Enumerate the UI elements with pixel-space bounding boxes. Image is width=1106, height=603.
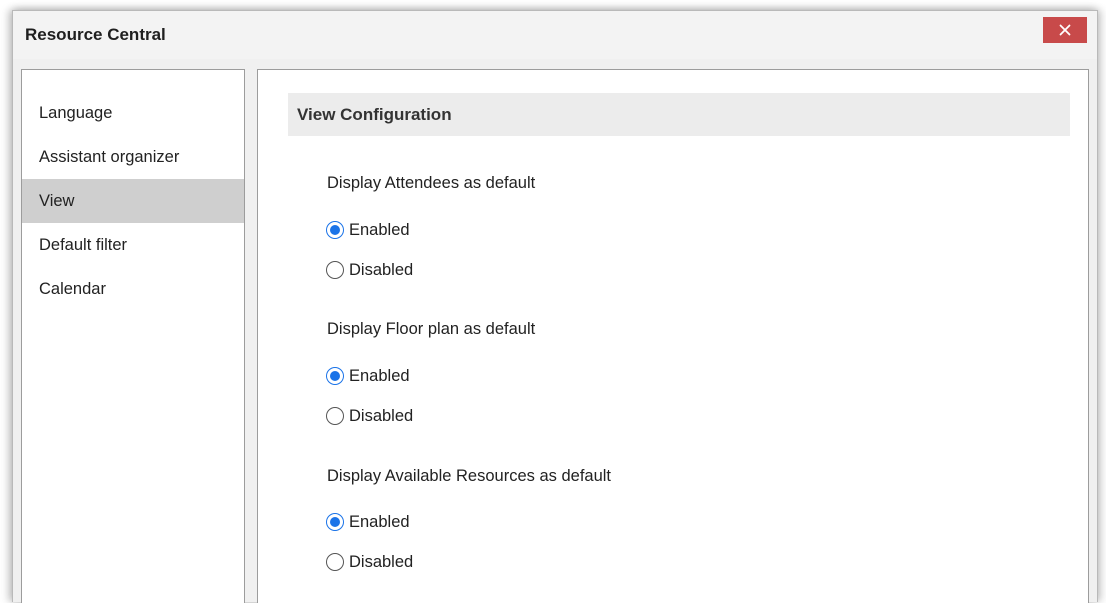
- sidebar-list: Language Assistant organizer View Defaul…: [22, 91, 244, 311]
- group-label: Display Floor plan as default: [327, 320, 536, 338]
- attendees-enabled-option[interactable]: Enabled: [326, 218, 410, 242]
- close-icon: [1059, 24, 1071, 36]
- radio-button-icon[interactable]: [326, 513, 344, 531]
- section-header: View Configuration: [288, 93, 1070, 136]
- sidebar-item-calendar[interactable]: Calendar: [22, 267, 244, 311]
- group-label: Display Attendees as default: [327, 174, 536, 192]
- available-resources-disabled-option[interactable]: Disabled: [326, 550, 413, 574]
- resource-central-dialog: Resource Central Language Assistant orga…: [12, 10, 1098, 603]
- window-title: Resource Central: [25, 25, 166, 44]
- title-bar: Resource Central: [13, 11, 1097, 59]
- sidebar-item-language[interactable]: Language: [22, 91, 244, 135]
- sidebar-item-default-filter[interactable]: Default filter: [22, 223, 244, 267]
- close-button[interactable]: [1043, 17, 1087, 43]
- view-configuration-panel: View Configuration Display Attendees as …: [257, 69, 1089, 603]
- option-label: Disabled: [349, 260, 414, 279]
- section-title: View Configuration: [297, 105, 452, 124]
- option-label: Enabled: [349, 366, 410, 385]
- attendees-disabled-option[interactable]: Disabled: [326, 258, 413, 282]
- radio-button-icon[interactable]: [326, 367, 344, 385]
- option-label: Enabled: [349, 220, 410, 239]
- floor-plan-disabled-option[interactable]: Disabled: [326, 404, 413, 428]
- floor-plan-enabled-option[interactable]: Enabled: [326, 364, 410, 388]
- radio-button-icon[interactable]: [326, 261, 344, 279]
- option-label: Disabled: [349, 406, 414, 425]
- available-resources-enabled-option[interactable]: Enabled: [326, 510, 410, 534]
- sidebar-item-view[interactable]: View: [22, 179, 244, 223]
- settings-sidebar: Language Assistant organizer View Defaul…: [21, 69, 245, 603]
- option-label: Enabled: [349, 512, 410, 531]
- radio-button-icon[interactable]: [326, 553, 344, 571]
- radio-button-icon[interactable]: [326, 221, 344, 239]
- radio-button-icon[interactable]: [326, 407, 344, 425]
- option-label: Disabled: [349, 552, 414, 571]
- sidebar-item-assistant-organizer[interactable]: Assistant organizer: [22, 135, 244, 179]
- group-label: Display Available Resources as default: [327, 467, 612, 485]
